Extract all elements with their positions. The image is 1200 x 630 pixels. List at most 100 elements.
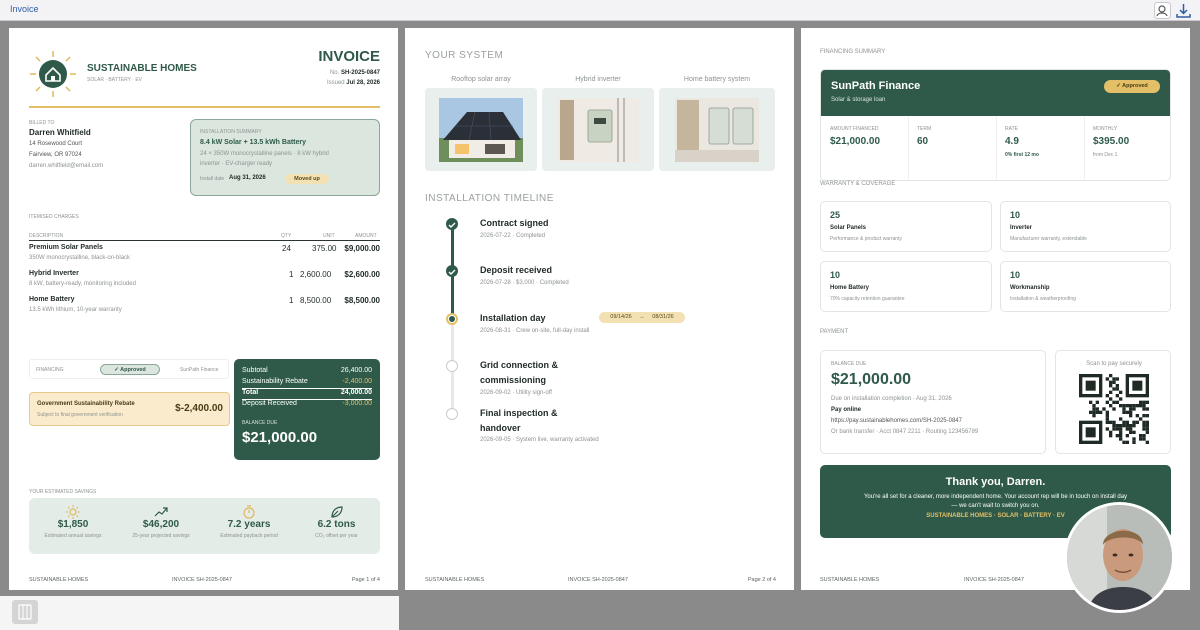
sidebar-toggle-icon[interactable] <box>12 600 38 624</box>
installation-summary-desc-1: 24 × 350W monocrystalline panels · 8 kW … <box>200 151 329 157</box>
financing-summary-label: FINANCING SUMMARY <box>820 49 886 55</box>
customer-address-2: Fairview, OR 97024 <box>29 152 82 158</box>
step-meta: 2026-08-31 · Crew on-site, full-day inst… <box>480 328 590 334</box>
warranty-card: 10 Workmanship Installation & weatherpro… <box>1000 261 1171 312</box>
financing-label: FINANCING <box>36 367 64 373</box>
step-title: Final inspection & <box>480 408 558 418</box>
install-date-label: Install date <box>200 176 225 182</box>
step-done-icon <box>446 265 458 277</box>
warranty-label: WARRANTY & COVERAGE <box>820 181 896 187</box>
arrow-right-icon: → <box>639 314 645 320</box>
battery-image <box>659 88 775 171</box>
totals-card: Subtotal 26,400.00 Sustainability Rebate… <box>234 359 380 460</box>
inverter-image <box>542 88 654 171</box>
pay-online-label: Pay online <box>831 407 862 413</box>
install-date: Aug 31, 2026 <box>229 175 266 181</box>
installation-summary-card: INSTALLATION SUMMARY 8.4 kW Solar + 13.5… <box>190 119 380 196</box>
loan-stat: MONTHLY $395.00 from Dec 1 <box>1093 126 1130 158</box>
leaf-icon <box>293 505 380 519</box>
customer-address-1: 14 Rosewood Court <box>29 141 83 147</box>
balance-due-amount: $21,000.00 <box>242 429 318 446</box>
thank-you-message-1: You're all set for a cleaner, more indep… <box>863 494 1128 500</box>
step-current-icon <box>446 313 458 325</box>
customer-email[interactable]: darren.whitfield@email.com <box>29 163 103 169</box>
loan-type: Solar & storage loan <box>831 97 886 103</box>
page-thumbnail-strip <box>0 596 399 630</box>
payment-url-link[interactable]: https://pay.sustainablehomes.com/SH-2025… <box>831 418 962 424</box>
step-title: Deposit received <box>480 265 553 275</box>
savings-item: $1,850 Estimated annual savings <box>29 498 117 554</box>
balance-due-amount: $21,000.00 <box>831 371 912 388</box>
trend-up-icon <box>117 505 205 519</box>
rebate-title: Government Sustainability Rebate <box>37 401 135 407</box>
loan-approved-badge: ✓ Approved <box>1104 80 1160 93</box>
installation-timeline-title: INSTALLATION TIMELINE <box>425 193 554 204</box>
footer-left: SUSTAINABLE HOMES <box>425 577 485 583</box>
installation-summary-desc-2: inverter · EV-charger ready <box>200 161 273 167</box>
financing-card: SunPath Finance Solar & storage loan ✓ A… <box>820 69 1171 181</box>
invoice-title: INVOICE <box>318 48 380 65</box>
invoice-issued-line: Issued Jul 28, 2026 <box>326 80 380 86</box>
col-unit: UNIT <box>323 233 335 239</box>
col-qty: QTY <box>281 233 292 239</box>
invoice-number: SH-2025-0847 <box>340 70 380 76</box>
thank-you-title: Thank you, Darren. <box>945 476 1046 488</box>
footer-center: INVOICE SH-2025-0847 <box>964 577 1024 583</box>
financing-provider: SunPath Finance <box>180 367 219 373</box>
qr-label: Scan to pay securely <box>1086 361 1142 367</box>
system-label-battery: Home battery system <box>683 76 751 83</box>
warranty-card: 10 Home Battery 70% capacity retention g… <box>820 261 992 312</box>
qr-code[interactable] <box>1079 374 1149 444</box>
rebate-card: Government Sustainability Rebate Subject… <box>29 392 230 426</box>
step-pending-icon <box>446 408 458 420</box>
step-meta: 2026-07-28 · $3,000 · Completed <box>480 280 569 286</box>
step-done-icon <box>446 218 458 230</box>
lender-name: SunPath Finance <box>831 80 921 92</box>
footer-left: SUSTAINABLE HOMES <box>820 577 880 583</box>
financing-row[interactable]: FINANCING ✓ Approved SunPath Finance <box>29 359 229 379</box>
table-header-rule <box>29 240 380 241</box>
savings-item: 7.2 years Estimated payback period <box>205 498 293 554</box>
step-title-line-2: commissioning <box>480 375 547 385</box>
sun-icon <box>29 505 117 519</box>
step-meta: 2026-09-05 · System live, warranty activ… <box>480 437 599 443</box>
step-title: Contract signed <box>480 218 549 228</box>
qr-card: Scan to pay securely <box>1055 350 1171 454</box>
step-title-line-2: handover <box>480 423 521 433</box>
reschedule-badge: 09/14/26 → 08/31/26 <box>599 312 685 323</box>
footer-center: INVOICE SH-2025-0847 <box>568 577 628 583</box>
invoice-page-1: SUSTAINABLE HOMES SOLAR · BATTERY · EV I… <box>9 28 398 590</box>
step-meta: 2026-09-02 · Utility sign-off <box>480 390 552 396</box>
payment-label: PAYMENT <box>820 329 849 335</box>
system-label-inverter: Hybrid inverter <box>575 76 621 83</box>
download-icon[interactable] <box>1175 2 1192 19</box>
step-pending-icon <box>446 360 458 372</box>
step-meta: 2026-07-22 · Completed <box>480 233 546 239</box>
balance-due-label: BALANCE DUE <box>242 420 278 426</box>
moved-up-badge: Moved up <box>285 174 329 184</box>
loan-stat: RATE 4.9 0% first 12 mo <box>997 116 1085 180</box>
billed-to-label: BILLED TO <box>29 120 55 126</box>
rebate-amount: $-2,400.00 <box>175 403 223 414</box>
financing-approved-badge: ✓ Approved <box>100 364 160 375</box>
app-title: Invoice <box>10 4 39 14</box>
balance-due-label: BALANCE DUE <box>831 361 867 367</box>
footer-left: SUSTAINABLE HOMES <box>29 577 89 583</box>
loan-stat: TERM 60 <box>909 116 997 180</box>
footer-center: INVOICE SH-2025-0847 <box>172 577 232 583</box>
collaborate-icon[interactable] <box>1154 2 1171 19</box>
invoice-number-line: No. SH-2025-0847 <box>329 70 380 76</box>
brand-name: SUSTAINABLE HOMES <box>87 63 197 74</box>
step-title: Installation day <box>480 313 546 323</box>
savings-label: YOUR ESTIMATED SAVINGS <box>29 489 97 495</box>
invoice-page-2: YOUR SYSTEM Rooftop solar array Hybrid i… <box>405 28 794 590</box>
col-description: DESCRIPTION <box>29 233 64 239</box>
warranty-card: 25 Solar Panels Performance & product wa… <box>820 201 992 252</box>
header-divider <box>29 106 380 108</box>
bank-transfer-info: Or bank transfer · Acct 0847 2211 · Rout… <box>831 429 979 435</box>
brand-logo <box>29 50 77 98</box>
footer-page-number: Page 2 of 4 <box>747 577 776 583</box>
itemised-charges-label: ITEMISED CHARGES <box>29 214 79 220</box>
customer-name: Darren Whitfield <box>29 128 91 137</box>
payment-card: BALANCE DUE $21,000.00 Due on installati… <box>820 350 1046 454</box>
